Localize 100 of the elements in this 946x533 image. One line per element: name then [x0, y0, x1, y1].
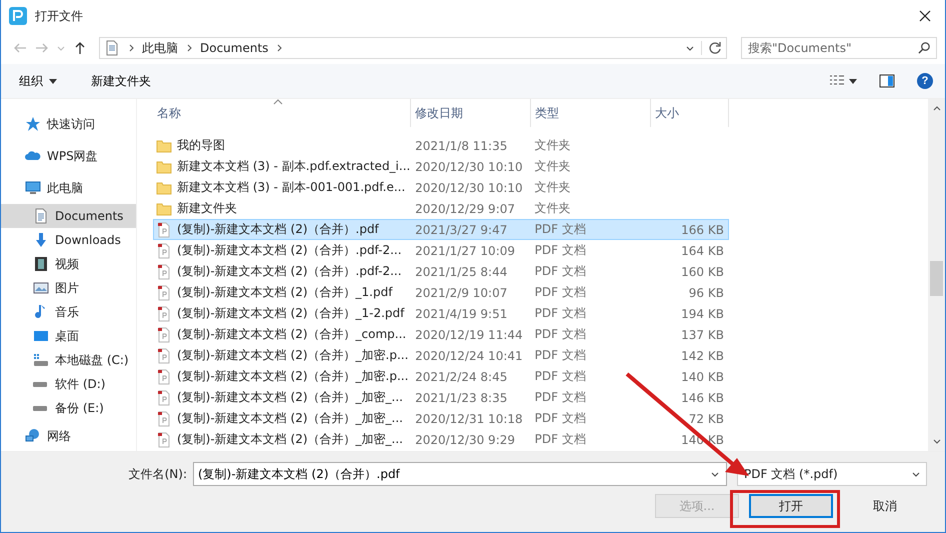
breadcrumb-item[interactable]: 此电脑	[142, 40, 178, 56]
file-name: 新建文本文档 (3) - 副本-001-001.pdf.e...	[177, 179, 406, 196]
download-arrow-icon	[33, 232, 49, 248]
date-cell-text: 2020/12/30 10:10	[414, 160, 524, 174]
column-header[interactable]: 修改日期	[411, 99, 531, 127]
new-folder-button[interactable]: 新建文件夹	[83, 68, 159, 94]
file-name: (复制)-新建文本文档 (2)（合并）.pdf	[177, 221, 379, 238]
date-cell-text: 2021/1/23 8:35	[414, 390, 508, 404]
sidebar-item[interactable]: WPS网盘	[1, 140, 136, 172]
file-row[interactable]: 新建文件夹 2020/12/29 9:07 文件夹	[153, 198, 729, 219]
help-button[interactable]: ?	[917, 73, 933, 89]
chevron-right-icon[interactable]	[275, 44, 284, 52]
column-header[interactable]: 类型	[531, 99, 651, 127]
folder-icon	[156, 138, 172, 154]
file-row[interactable]: (复制)-新建文本文档 (2)（合并）_1.pdf 2021/2/9 10:07 PDF 文档 96 KB	[153, 282, 729, 303]
file-name: (复制)-新建文本文档 (2)（合并）_1.pdf	[177, 284, 392, 301]
scrollbar-thumb[interactable]	[930, 261, 943, 296]
type-cell-text: 文件夹	[534, 200, 572, 217]
file-row[interactable]: 新建文本文档 (3) - 副本.pdf.extracted_i... 2020/12/30 10:10 文件夹	[153, 156, 729, 177]
refresh-icon[interactable]	[701, 41, 722, 55]
chevron-down-icon[interactable]	[711, 470, 719, 478]
file-row[interactable]: 新建文本文档 (3) - 副本-001-001.pdf.e... 2020/12/30 10:10 文件夹	[153, 177, 729, 198]
file-row[interactable]: (复制)-新建文本文档 (2)（合并）.pdf 2021/3/27 9:47 PDF 文档 166 KB	[153, 219, 729, 240]
type-cell-text: PDF 文档	[534, 221, 587, 238]
date-cell-text: 2021/1/25 8:44	[414, 264, 508, 278]
caret-icon[interactable]	[849, 77, 857, 85]
folder-icon	[156, 158, 172, 174]
file-name: (复制)-新建文本文档 (2)（合并）_加密.p...	[177, 368, 408, 385]
cancel-button[interactable]: 取消	[843, 494, 927, 518]
chevron-down-icon	[912, 470, 920, 478]
file-name: (复制)-新建文本文档 (2)（合并）.pdf-2...	[177, 263, 402, 280]
file-row[interactable]: 我的导图 2021/1/8 11:35 文件夹	[153, 135, 729, 156]
pdf-file-icon	[156, 410, 172, 426]
column-header[interactable]: 名称	[153, 99, 411, 127]
date-cell-text: 2020/12/19 11:44	[414, 328, 524, 342]
scroll-up-icon[interactable]	[932, 105, 940, 111]
network-globe-icon	[25, 428, 41, 444]
type-cell-text: PDF 文档	[534, 431, 587, 448]
filename-field[interactable]: (复制)-新建文本文档 (2)（合并）.pdf	[193, 462, 727, 486]
file-row[interactable]: (复制)-新建文本文档 (2)（合并）.pdf-2... 2021/1/27 10:09 PDF 文档 164 KB	[153, 240, 729, 261]
sidebar-item[interactable]: 网络	[1, 420, 136, 452]
organize-menu-button[interactable]: 组织	[11, 68, 65, 94]
file-row[interactable]: (复制)-新建文本文档 (2)（合并）_加密.p... 2020/12/24 10:41 PDF 文档 142 KB	[153, 345, 729, 366]
sidebar-item[interactable]: 此电脑	[1, 172, 136, 204]
pdf-file-icon	[156, 432, 172, 448]
file-row[interactable]: (复制)-新建文本文档 (2)（合并）_加密_... 2021/1/23 8:35 PDF 文档 146 KB	[153, 387, 729, 408]
drive-icon	[33, 352, 49, 368]
chevron-right-icon[interactable]	[127, 44, 135, 52]
breadcrumb-item[interactable]: Documents	[200, 41, 268, 55]
date-cell-text: 2021/4/19 9:51	[414, 306, 508, 320]
scroll-down-icon[interactable]	[932, 439, 940, 445]
open-button[interactable]: 打开	[749, 494, 833, 518]
type-cell-text: PDF 文档	[534, 347, 587, 364]
file-name: (复制)-新建文本文档 (2)（合并）_加密_...	[177, 431, 403, 448]
size-cell-text: 140 KB	[680, 370, 725, 384]
file-row[interactable]: (复制)-新建文本文档 (2)（合并）_comp... 2020/12/19 11:44 PDF 文档 137 KB	[153, 324, 729, 345]
search-field[interactable]: 搜索"Documents"	[741, 37, 937, 59]
file-row[interactable]: (复制)-新建文本文档 (2)（合并）_加密_... 2020/12/31 10:18 PDF 文档 72 KB	[153, 408, 729, 429]
sidebar-item[interactable]: Downloads	[1, 228, 136, 252]
filename-label: 文件名(N):	[128, 466, 187, 482]
sidebar-item[interactable]: 快速访问	[1, 108, 136, 140]
type-cell-text: PDF 文档	[534, 326, 587, 343]
type-cell-text: PDF 文档	[534, 305, 587, 322]
date-cell-text: 2021/3/27 9:47	[414, 222, 508, 236]
sidebar-item[interactable]: 本地磁盘 (C:)	[1, 348, 136, 372]
sidebar-item[interactable]: Documents	[1, 204, 136, 228]
caret-icon	[49, 77, 57, 85]
chevron-down-icon[interactable]	[686, 44, 694, 52]
type-cell-text: PDF 文档	[534, 263, 587, 280]
size-cell-text: 96 KB	[688, 286, 725, 300]
chevron-right-icon[interactable]	[185, 44, 193, 52]
pdf-file-icon	[156, 390, 172, 406]
size-cell-text: 160 KB	[680, 264, 725, 278]
type-cell-text: PDF 文档	[534, 284, 587, 301]
up-arrow-icon[interactable]	[73, 41, 87, 55]
pdf-file-icon	[156, 326, 172, 342]
file-name: (复制)-新建文本文档 (2)（合并）.pdf-2...	[177, 242, 402, 259]
sidebar-item[interactable]: 视频	[1, 252, 136, 276]
file-row[interactable]: (复制)-新建文本文档 (2)（合并）.pdf-2... 2021/1/25 8:44 PDF 文档 160 KB	[153, 261, 729, 282]
sidebar-item[interactable]: 软件 (D:)	[1, 372, 136, 396]
sidebar-item[interactable]: 桌面	[1, 324, 136, 348]
sidebar-item[interactable]: 备份 (E:)	[1, 396, 136, 420]
date-cell-text: 2020/12/30 9:29	[414, 432, 516, 446]
file-row[interactable]: (复制)-新建文本文档 (2)（合并）_1-2.pdf 2021/4/19 9:51 PDF 文档 194 KB	[153, 303, 729, 324]
type-cell-text: PDF 文档	[534, 410, 587, 427]
address-bar[interactable]: 此电脑 Documents	[99, 37, 727, 59]
sidebar-item[interactable]: 音乐	[1, 300, 136, 324]
size-cell-text: 142 KB	[680, 348, 725, 362]
close-icon[interactable]	[919, 10, 931, 22]
preview-pane-icon[interactable]	[879, 74, 895, 88]
pdf-file-icon	[156, 222, 172, 238]
app-logo-icon	[9, 7, 27, 25]
scrollbar[interactable]	[928, 99, 945, 451]
size-cell-text: 194 KB	[680, 306, 725, 320]
column-header[interactable]: 大小	[651, 99, 729, 127]
star-icon	[25, 116, 41, 132]
file-name: (复制)-新建文本文档 (2)（合并）_comp...	[177, 326, 406, 343]
file-row[interactable]: (复制)-新建文本文档 (2)（合并）_加密.p... 2021/2/24 8:45 PDF 文档 140 KB	[153, 366, 729, 387]
pdf-file-icon	[156, 264, 172, 280]
sidebar-item[interactable]: 图片	[1, 276, 136, 300]
